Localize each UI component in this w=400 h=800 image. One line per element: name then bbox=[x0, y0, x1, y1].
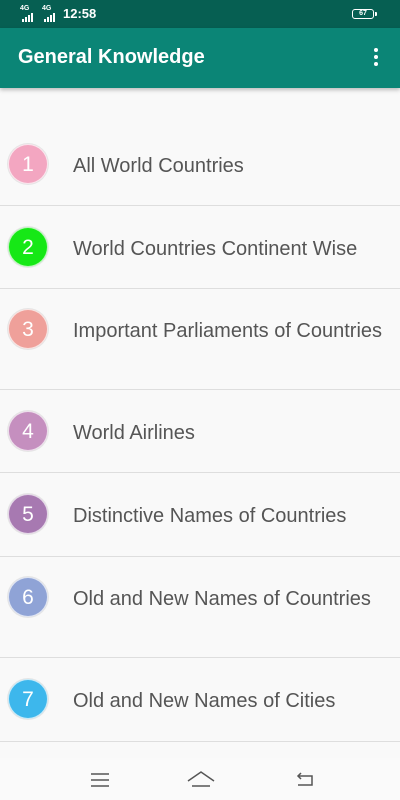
number-badge: 5 bbox=[8, 494, 48, 534]
list-item-old-new-countries[interactable]: 6 Old and New Names of Countries bbox=[0, 557, 400, 658]
list-item-world-airlines[interactable]: 4 World Airlines bbox=[0, 390, 400, 473]
list-item-important-parliaments[interactable]: 3 Important Parliaments of Countries bbox=[0, 289, 400, 390]
list-item-label: All World Countries bbox=[73, 155, 244, 177]
menu-lines-icon[interactable] bbox=[90, 768, 110, 790]
list-item-old-new-cities[interactable]: 7 Old and New Names of Cities bbox=[0, 658, 400, 742]
number-badge: 4 bbox=[8, 411, 48, 451]
status-time: 12:58 bbox=[63, 6, 97, 21]
signal-1-label: 4G bbox=[20, 5, 30, 12]
list-item-distinctive-names[interactable]: 5 Distinctive Names of Countries bbox=[0, 473, 400, 557]
number-badge: 3 bbox=[8, 309, 48, 349]
list-item-label: Important Parliaments of Countries bbox=[73, 320, 383, 342]
back-icon[interactable] bbox=[294, 768, 316, 790]
signal-indicators: 4G 4G bbox=[20, 5, 62, 23]
signal-1-icon: 4G bbox=[20, 5, 40, 22]
battery-icon: 67 bbox=[352, 9, 377, 19]
list-item-label: Old and New Names of Cities bbox=[73, 690, 336, 712]
list-item-all-world-countries[interactable]: 1 All World Countries bbox=[0, 122, 400, 206]
home-icon[interactable] bbox=[186, 768, 216, 790]
list-item-label: World Countries Continent Wise bbox=[73, 238, 358, 260]
number-badge: 2 bbox=[8, 227, 48, 267]
list-item-label: World Airlines bbox=[73, 422, 195, 444]
number-badge: 7 bbox=[8, 679, 48, 719]
app-title: General Knowledge bbox=[18, 46, 205, 68]
list-item-label: Distinctive Names of Countries bbox=[73, 505, 347, 527]
system-nav-bar bbox=[0, 758, 400, 800]
signal-2-label: 4G bbox=[41, 5, 52, 12]
status-bar: 4G 4G 12:58 67 bbox=[0, 0, 400, 28]
more-vert-icon[interactable] bbox=[368, 46, 384, 70]
app-bar: General Knowledge bbox=[0, 28, 400, 88]
topic-list: 1 All World Countries 2 World Countries … bbox=[0, 122, 400, 742]
list-item-label: Old and New Names of Countries bbox=[73, 588, 371, 610]
signal-2-icon: 4G bbox=[41, 5, 62, 22]
number-badge: 1 bbox=[8, 144, 48, 184]
list-item-continent-wise[interactable]: 2 World Countries Continent Wise bbox=[0, 206, 400, 289]
number-badge: 6 bbox=[8, 577, 48, 617]
